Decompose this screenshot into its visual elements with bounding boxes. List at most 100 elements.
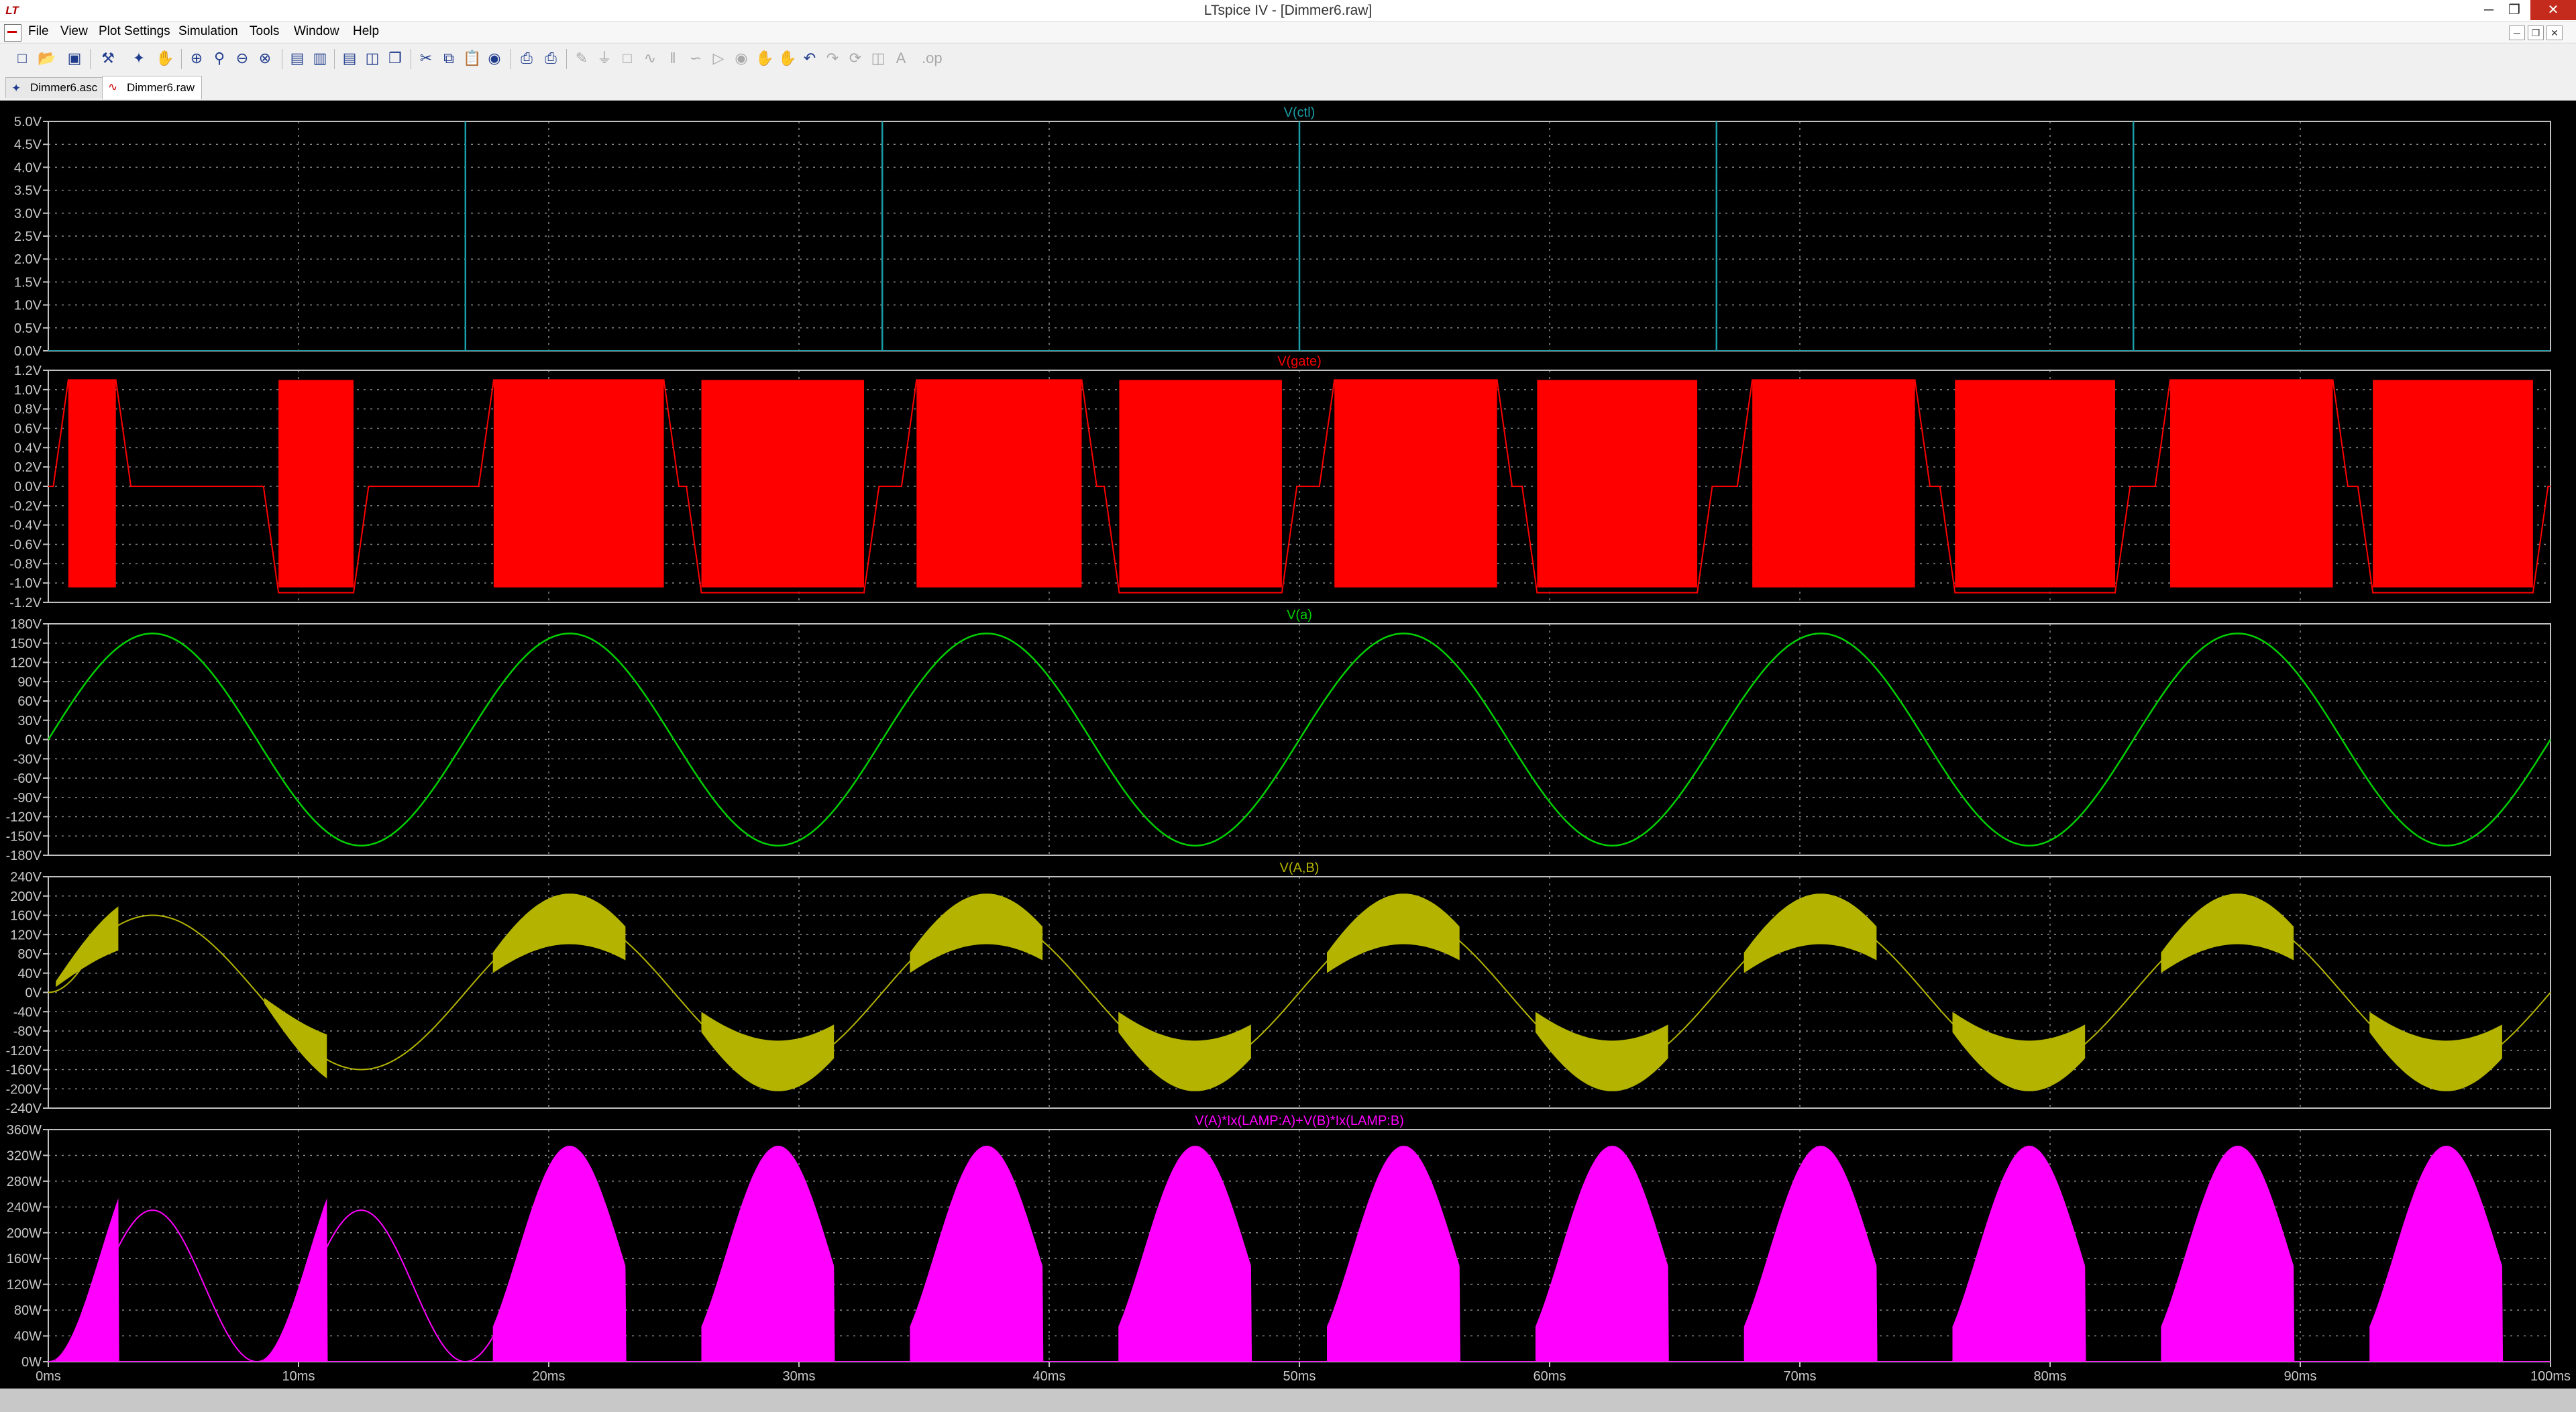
pane-title: V(ctl): [1284, 105, 1316, 120]
waveform-plot[interactable]: 5.0V 4.5V 4.0V 3.5V 3.0V 2.5V 2.0V 1.5V 1.0V 0.5V…: [0, 101, 2576, 1412]
y-tick-label: 80V: [17, 947, 42, 962]
x-tick-label: 70ms: [1784, 1369, 1817, 1384]
y-tick-label: -180V: [6, 849, 42, 863]
print-icon[interactable]: ⎙: [542, 50, 559, 67]
document-icon[interactable]: [4, 24, 21, 42]
zoom-out-icon[interactable]: ⊖: [233, 50, 251, 67]
tab-waveform[interactable]: ∿ Dimmer6.raw: [102, 76, 203, 99]
y-tick-label: 0V: [25, 986, 42, 1001]
pane-title: V(a): [1287, 608, 1312, 622]
halt-icon[interactable]: ✋: [156, 50, 174, 67]
label-icon[interactable]: □: [619, 50, 636, 67]
spice-directive-icon[interactable]: .op: [922, 50, 943, 67]
mirror-icon[interactable]: ◫: [869, 50, 887, 67]
menu-help[interactable]: Help: [353, 24, 379, 39]
y-tick-label: 1.0V: [14, 383, 42, 398]
y-tick-label: 80W: [14, 1303, 42, 1318]
menu-simulation[interactable]: Simulation: [178, 24, 238, 39]
y-tick-label: 5.0V: [14, 115, 42, 129]
pan-icon[interactable]: ⚲: [211, 50, 228, 67]
tile-horizontal-icon[interactable]: ▤: [341, 50, 358, 67]
redo-icon[interactable]: ↷: [824, 50, 841, 67]
copy-icon[interactable]: ⧉: [440, 50, 458, 67]
text-icon[interactable]: A: [892, 50, 910, 67]
menu-plot-settings[interactable]: Plot Settings: [99, 24, 170, 39]
y-tick-label: -0.4V: [9, 519, 42, 533]
y-tick-label: 3.0V: [14, 207, 42, 221]
undo-icon[interactable]: ↶: [801, 50, 818, 67]
cascade-icon[interactable]: ❐: [386, 50, 404, 67]
x-tick-label: 90ms: [2284, 1369, 2317, 1384]
draw-wire-icon[interactable]: ✎: [573, 50, 590, 67]
pane-title: V(gate): [1277, 354, 1322, 369]
menu-file[interactable]: File: [28, 24, 49, 39]
tab-label: Dimmer6.raw: [127, 81, 195, 94]
x-tick-label: 100ms: [2530, 1369, 2571, 1384]
x-tick-label: 30ms: [783, 1369, 816, 1384]
close-button[interactable]: ✕: [2530, 0, 2576, 20]
toolbar: □ 📂 ▣ ⚒ ✦ ✋ ⊕ ⚲ ⊖ ⊗ ▤ ▥ ▤ ◫ ❐ ✂ ⧉ 📋 ◉ ⎙ …: [0, 43, 2576, 75]
resistor-icon[interactable]: ∿: [641, 50, 659, 67]
y-tick-label: 0V: [25, 733, 42, 748]
y-tick-label: -120V: [6, 810, 42, 825]
menu-bar: File View Plot Settings Simulation Tools…: [0, 22, 2576, 42]
restore-button[interactable]: ❐: [2497, 0, 2532, 20]
tab-schematic[interactable]: ✦ Dimmer6.asc: [5, 77, 105, 98]
autorange-y-icon[interactable]: ▥: [311, 50, 329, 67]
y-tick-label: 1.0V: [14, 298, 42, 313]
menu-tools[interactable]: Tools: [250, 24, 279, 39]
y-tick-label: -60V: [13, 771, 42, 786]
tab-label: Dimmer6.asc: [30, 81, 98, 94]
zoom-in-icon[interactable]: ⊕: [188, 50, 205, 67]
menu-view[interactable]: View: [60, 24, 88, 39]
pane-title: V(A,B): [1280, 861, 1320, 875]
move-icon[interactable]: ✋: [755, 50, 773, 67]
x-tick-label: 50ms: [1283, 1369, 1316, 1384]
run-icon[interactable]: ✦: [130, 50, 148, 67]
y-tick-label: -0.6V: [9, 538, 42, 553]
component-icon[interactable]: ◉: [733, 50, 750, 67]
y-tick-label: 40W: [14, 1329, 42, 1344]
autorange-icon[interactable]: ▤: [288, 50, 306, 67]
diode-icon[interactable]: ▷: [710, 50, 727, 67]
y-tick-label: -40V: [13, 1005, 42, 1020]
ground-icon[interactable]: ⏚: [596, 50, 613, 67]
gate-burst: [1752, 380, 1915, 588]
y-tick-label: 320W: [7, 1148, 42, 1163]
rotate-icon[interactable]: ⟳: [847, 50, 864, 67]
find-icon[interactable]: ◉: [486, 50, 503, 67]
waveform-viewer[interactable]: 5.0V 4.5V 4.0V 3.5V 3.0V 2.5V 2.0V 1.5V 1.0V 0.5V…: [0, 101, 2576, 1412]
print-preview-icon[interactable]: ⎙: [518, 50, 535, 67]
y-tick-label: 0W: [21, 1355, 42, 1370]
cut-icon[interactable]: ✂: [417, 50, 435, 67]
capacitor-icon[interactable]: ‖: [664, 50, 682, 67]
y-tick-label: 240W: [7, 1200, 42, 1215]
menu-window[interactable]: Window: [294, 24, 339, 39]
open-icon[interactable]: 📂: [38, 50, 56, 67]
tile-vertical-icon[interactable]: ◫: [364, 50, 381, 67]
drag-icon[interactable]: ✋: [778, 50, 796, 67]
gate-burst: [278, 380, 354, 588]
control-panel-icon[interactable]: ⚒: [99, 50, 117, 67]
mdi-close-button[interactable]: ✕: [2546, 25, 2563, 40]
paste-icon[interactable]: 📋: [463, 50, 481, 67]
pane-title: V(A)*Ix(LAMP:A)+V(B)*Ix(LAMP:B): [1195, 1114, 1404, 1128]
save-icon[interactable]: ▣: [66, 50, 83, 67]
plot-bottom-band: [0, 1389, 2576, 1412]
mdi-restore-button[interactable]: ❐: [2528, 25, 2544, 40]
y-tick-label: -90V: [13, 791, 42, 806]
gate-burst: [68, 380, 116, 588]
window-title: LTspice IV - [Dimmer6.raw]: [1203, 3, 1373, 18]
zoom-fit-icon[interactable]: ⊗: [256, 50, 274, 67]
y-tick-label: 0.5V: [14, 321, 42, 336]
y-tick-label: 0.8V: [14, 402, 42, 417]
x-tick-label: 0ms: [36, 1369, 61, 1384]
inductor-icon[interactable]: ∽: [687, 50, 704, 67]
tab-bar: ✦ Dimmer6.asc ∿ Dimmer6.raw: [0, 74, 2576, 101]
y-tick-label: 150V: [10, 637, 42, 651]
mdi-minimize-button[interactable]: ─: [2509, 25, 2525, 40]
new-schematic-icon[interactable]: □: [13, 50, 31, 67]
y-tick-label: -200V: [6, 1082, 42, 1097]
y-tick-label: 200V: [10, 889, 42, 904]
y-tick-label: 160W: [7, 1252, 42, 1266]
